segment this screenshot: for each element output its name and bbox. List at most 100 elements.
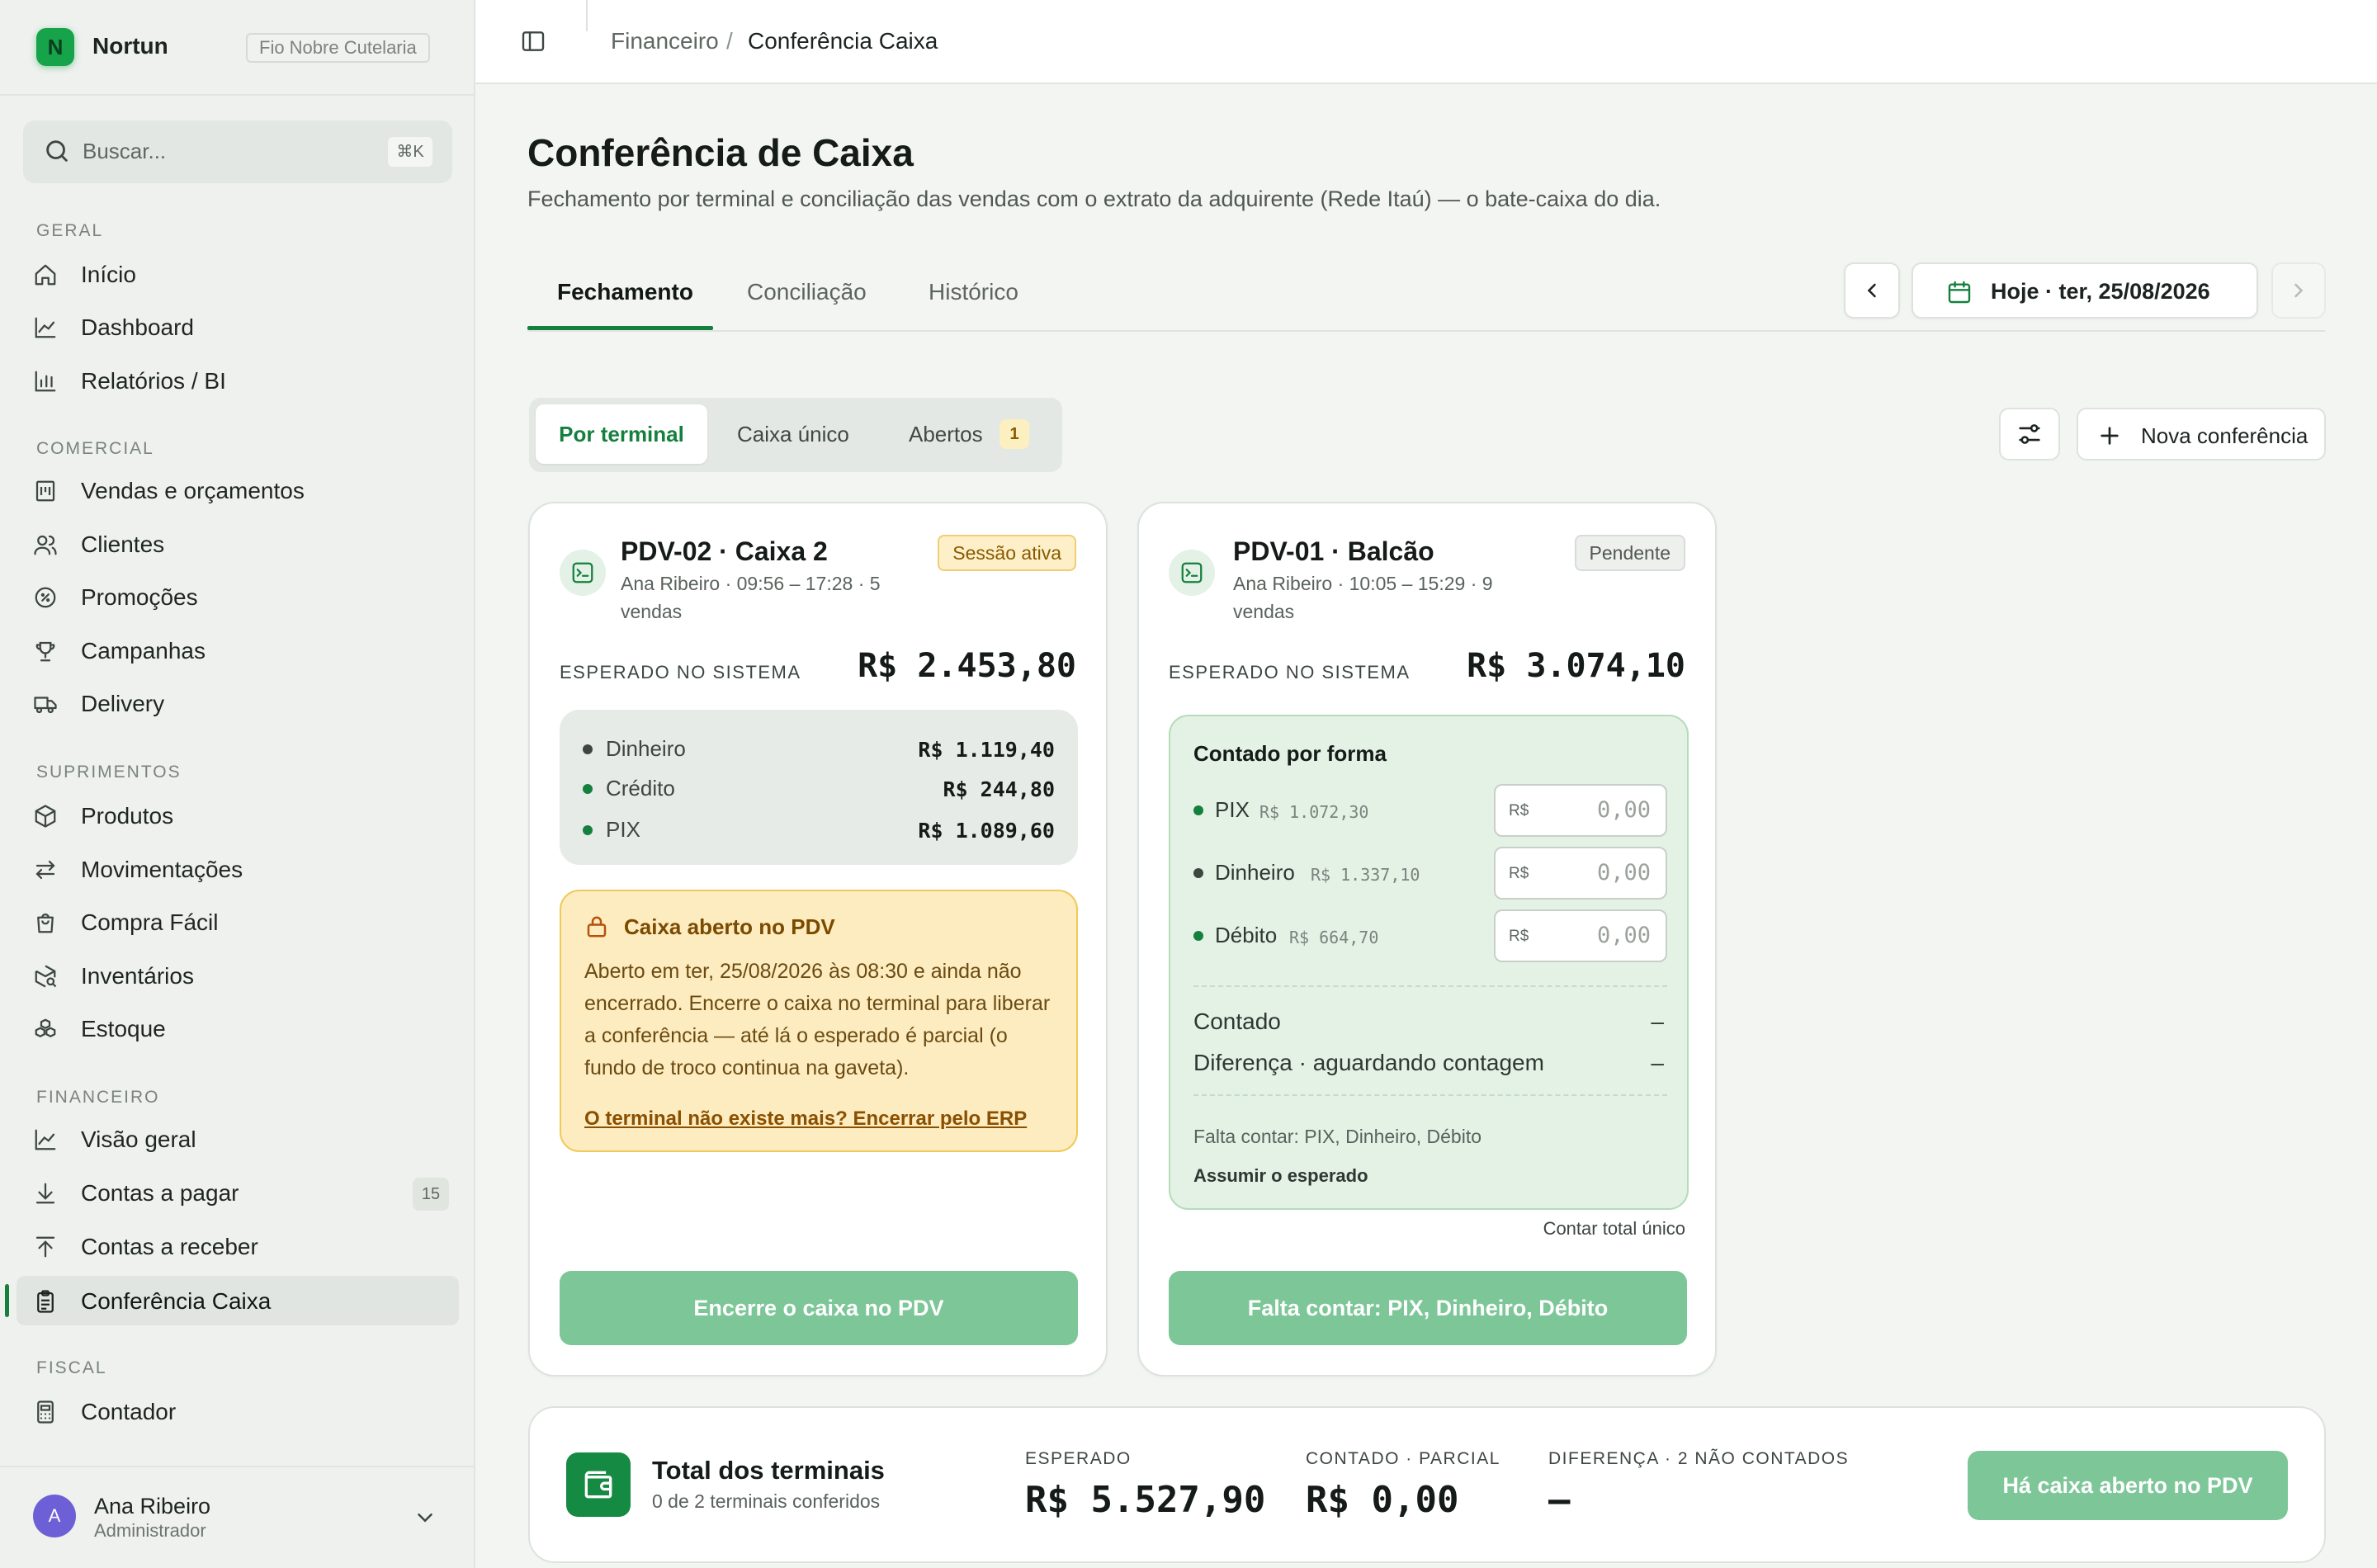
avatar: A [33,1495,76,1537]
sidebar-item-delivery[interactable]: Delivery [17,678,459,728]
expected-value: R$ 2.453,80 [858,647,1076,685]
currency-prefix: R$ [1509,928,1529,945]
expected-value: R$ 3.074,10 [1467,647,1685,685]
sidebar: N Nortun Fio Nobre Cutelaria Buscar... ⌘… [0,0,475,1568]
total-counted-label: CONTADO · PARCIAL [1306,1449,1500,1468]
sidebar-item-label: Inventários [81,963,194,989]
filter-settings-button[interactable] [1999,408,2060,460]
status-badge: Pendente [1574,535,1685,571]
breadcrumb-current: Conferência Caixa [748,28,938,54]
terminal-meta: Ana Ribeiro · 10:05 – 15:29 · 9 vendas [1233,573,1493,622]
count-badge: 15 [413,1178,449,1211]
total-expected-value: R$ 5.527,90 [1025,1479,1266,1521]
total-difference-value: – [1548,1479,1571,1521]
sidebar-item-label: Produtos [81,803,174,829]
count-title: Contado por forma [1193,741,1387,766]
sidebar-item-vendas[interactable]: Vendas e orçamentos [17,465,459,515]
tab-historico[interactable]: Histórico [929,279,1018,305]
active-indicator [5,1284,9,1317]
sidebar-item-promocoes[interactable]: Promoções [17,572,459,621]
missing-count-note: Falta contar: PIX, Dinheiro, Débito [1193,1126,1481,1147]
line-chart-icon [35,317,56,338]
arrows-icon [35,860,55,880]
confirm-count-button[interactable]: Falta contar: PIX, Dinheiro, Débito [1169,1271,1687,1345]
sidebar-item-compra-facil[interactable]: Compra Fácil [17,897,459,947]
sidebar-item-relatorios[interactable]: Relatórios / BI [17,356,459,405]
count-row: PIX R$ 1.072,30 R$ 0,00 [1193,784,1667,837]
close-register-button[interactable]: Encerre o caixa no PDV [560,1271,1078,1345]
segment-por-terminal[interactable]: Por terminal [536,404,707,464]
tenant-badge[interactable]: Fio Nobre Cutelaria [246,33,430,63]
total-counted-value: R$ 0,00 [1306,1479,1459,1521]
sidebar-item-label: Visão geral [81,1126,196,1152]
payment-dot [583,825,593,835]
download-icon [35,1183,55,1204]
sidebar-item-dashboard[interactable]: Dashboard [17,302,459,352]
previous-day-button[interactable] [1844,262,1900,319]
count-method-label: Débito [1215,923,1278,947]
terminal-meta: Ana Ribeiro · 09:56 – 17:28 · 5 vendas [621,573,881,622]
tab-conciliacao[interactable]: Conciliação [747,279,867,305]
count-row: Débito R$ 664,70 R$ 0,00 [1193,909,1667,962]
count-dot [1193,931,1203,941]
truck-icon [34,697,57,714]
new-conference-button[interactable]: Nova conferência [2077,408,2326,460]
close-via-erp-link[interactable]: O terminal não existe mais? Encerrar pel… [584,1108,1027,1131]
count-expected: R$ 1.072,30 [1259,802,1369,822]
search-placeholder: Buscar... [83,139,167,163]
sidebar-item-contas-pagar[interactable]: Contas a pagar 15 [17,1168,459,1217]
currency-prefix: R$ [1509,865,1529,882]
brand-logo[interactable]: N [36,28,74,66]
breadcrumb-parent[interactable]: Financeiro [611,28,719,54]
assume-expected-link[interactable]: Assumir o esperado [1193,1165,1368,1187]
payment-label: PIX [606,817,640,842]
count-expected: R$ 664,70 [1289,928,1379,947]
sidebar-item-contas-receber[interactable]: Contas a receber [17,1221,459,1271]
single-total-link[interactable]: Contar total único [1543,1218,1685,1240]
sidebar-toggle-icon[interactable] [520,28,546,54]
count-dot [1193,868,1203,878]
payment-value: R$ 1.089,60 [918,819,1055,843]
count-amount-input[interactable]: R$ 0,00 [1494,847,1667,900]
open-register-alert: Caixa aberto no PDV Aberto em ter, 25/08… [560,890,1078,1152]
boxes-icon [35,1018,56,1037]
calendar-icon [1948,281,1971,304]
sidebar-item-movimentacoes[interactable]: Movimentações [17,844,459,894]
payment-label: Crédito [606,776,675,801]
sidebar-item-visao-geral[interactable]: Visão geral [17,1114,459,1164]
expected-label: ESPERADO NO SISTEMA [560,662,801,682]
totals-subtitle: 0 de 2 terminais conferidos [652,1490,881,1512]
breadcrumb-separator: / [726,28,733,54]
segment-caixa-unico[interactable]: Caixa único [737,404,849,464]
sidebar-item-clientes[interactable]: Clientes [17,519,459,569]
new-conference-label: Nova conferência [2141,423,2308,448]
tab-fechamento[interactable]: Fechamento [557,279,693,305]
chevron-right-icon [2294,283,2304,298]
sidebar-item-inicio[interactable]: Início [17,249,459,299]
terminal-card: PDV-02 · Caixa 2 Ana Ribeiro · 09:56 – 1… [528,502,1108,1377]
total-expected-label: ESPERADO [1025,1449,1132,1468]
terminal-icon [1181,562,1203,583]
lock-icon [587,916,607,937]
sidebar-item-produtos[interactable]: Produtos [17,791,459,840]
sidebar-item-label: Contas a receber [81,1234,258,1259]
finalize-button[interactable]: Há caixa aberto no PDV [1968,1451,2288,1520]
user-menu[interactable]: A Ana Ribeiro Administrador [0,1466,475,1568]
home-icon [35,264,56,286]
user-name: Ana Ribeiro [94,1494,211,1518]
count-amount-input[interactable]: R$ 0,00 [1494,784,1667,837]
sidebar-item-campanhas[interactable]: Campanhas [17,626,459,675]
active-tab-indicator [527,326,713,330]
segment-abertos[interactable]: Abertos [909,404,983,464]
sidebar-item-estoque[interactable]: Estoque [17,1004,459,1053]
sidebar-item-label: Início [81,262,136,287]
sidebar-item-inventarios[interactable]: Inventários [17,951,459,1000]
sidebar-item-conferencia-caixa[interactable]: Conferência Caixa [17,1276,459,1325]
sidebar-item-contador[interactable]: Contador [17,1386,459,1436]
count-by-method-panel: Contado por forma PIX R$ 1.072,30 R$ 0,0… [1169,715,1689,1210]
count-amount-value: 0,00 [1596,797,1651,823]
search-input[interactable]: Buscar... ⌘K [23,120,452,183]
date-picker-button[interactable]: Hoje · ter, 25/08/2026 [1912,262,2258,319]
count-amount-input[interactable]: R$ 0,00 [1494,909,1667,962]
next-day-button[interactable] [2271,262,2326,319]
